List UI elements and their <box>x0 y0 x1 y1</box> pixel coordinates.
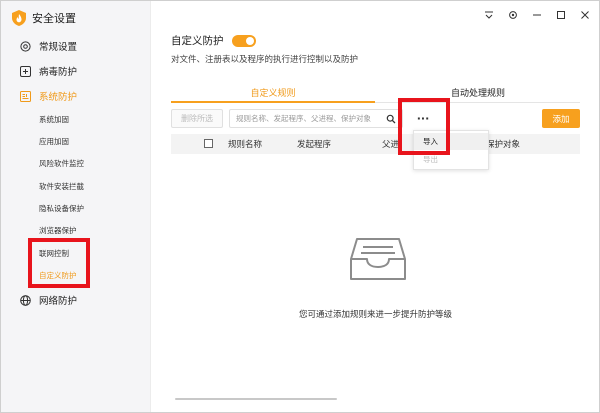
search-box <box>229 109 403 128</box>
active-tab-indicator <box>171 101 375 103</box>
sidebar-item-label: 病毒防护 <box>39 67 78 78</box>
shield-flame-icon <box>12 10 26 26</box>
sidebar-sub-risk-monitor[interactable]: 风险软件监控 <box>39 154 84 172</box>
sidebar-sub-browser[interactable]: 浏览器保护 <box>39 221 77 239</box>
search-input[interactable] <box>236 114 386 123</box>
column-header-rule-name[interactable]: 规则名称 <box>228 134 262 154</box>
column-header-initiator[interactable]: 发起程序 <box>297 134 331 154</box>
horizontal-scrollbar[interactable] <box>175 398 337 400</box>
sidebar-item-system[interactable]: 系统防护 <box>1 85 151 107</box>
globe-icon <box>20 294 31 306</box>
select-all-checkbox[interactable] <box>204 139 213 148</box>
empty-state-message: 您可通过添加规则来进一步提升防护等级 <box>298 310 452 320</box>
main-panel: 自定义防护 对文件、注册表以及程序的执行进行控制以及防护 自定义规则 自动处理规… <box>152 1 600 412</box>
sidebar-item-virus[interactable]: 病毒防护 <box>1 60 151 82</box>
sidebar-item-label: 网络防护 <box>39 296 78 307</box>
tab-bar: 自定义规则 自动处理规则 <box>171 81 580 103</box>
target-icon <box>20 40 31 52</box>
system-icon <box>20 90 31 102</box>
protection-toggle[interactable] <box>231 34 256 47</box>
search-icon[interactable] <box>386 114 396 124</box>
tab-custom-rules[interactable]: 自定义规则 <box>171 81 375 103</box>
sidebar-item-general[interactable]: 常规设置 <box>1 35 151 57</box>
sidebar: 安全设置 常规设置 病毒防护 系统防护 系统加固 应用加固 风险软件监控 软件安… <box>1 1 151 412</box>
sidebar-sub-system-hardening[interactable]: 系统加固 <box>39 110 69 128</box>
sidebar-sub-install-block[interactable]: 软件安装拦截 <box>39 177 84 195</box>
app-title: 安全设置 <box>32 12 76 25</box>
page-title: 自定义防护 <box>171 35 224 47</box>
table-header: 规则名称 发起程序 父进 保护对象 <box>171 134 580 154</box>
sidebar-sub-app-hardening[interactable]: 应用加固 <box>39 132 69 150</box>
column-header-protected-object[interactable]: 保护对象 <box>486 134 520 154</box>
security-settings-window: 安全设置 常规设置 病毒防护 系统防护 系统加固 应用加固 风险软件监控 软件安… <box>0 0 600 413</box>
delete-selected-button[interactable]: 删除所选 <box>171 109 223 128</box>
highlight-box <box>398 98 450 155</box>
sidebar-item-label: 系统防护 <box>39 92 78 103</box>
sidebar-item-label: 常规设置 <box>39 42 78 53</box>
highlight-box <box>28 238 90 288</box>
plus-square-icon <box>20 65 31 77</box>
toolbar: 删除所选 ··· 添加 <box>171 109 580 129</box>
page-description: 对文件、注册表以及程序的执行进行控制以及防护 <box>171 55 359 65</box>
empty-inbox-icon <box>350 238 406 280</box>
page-title-row: 自定义防护 <box>171 33 256 48</box>
sidebar-sub-privacy-device[interactable]: 隐私设备保护 <box>39 199 84 217</box>
app-title-bar: 安全设置 <box>12 8 76 28</box>
add-rule-button[interactable]: 添加 <box>542 109 580 128</box>
column-header-parent-process[interactable]: 父进 <box>382 134 399 154</box>
sidebar-item-network[interactable]: 网络防护 <box>1 289 151 311</box>
